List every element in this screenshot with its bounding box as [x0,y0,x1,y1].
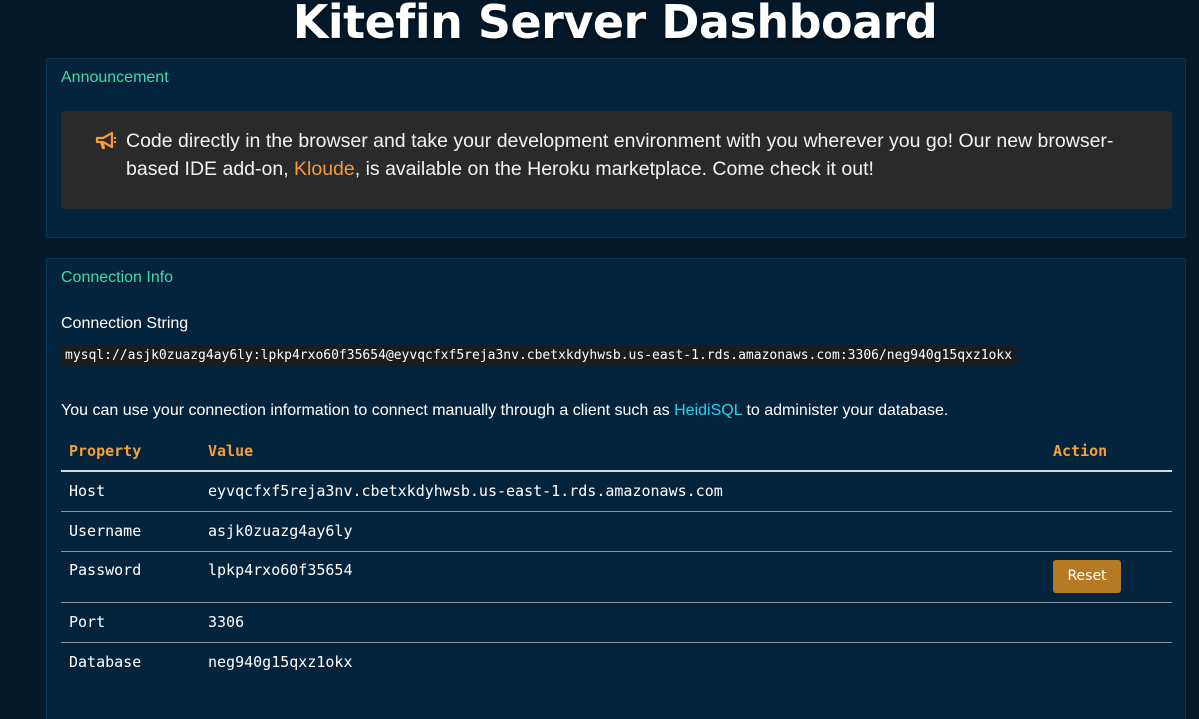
page-title: Kitefin Server Dashboard [292,0,938,49]
connection-info-card: Connection Info Connection String mysql:… [46,258,1186,719]
connection-info-header: Connection Info [61,269,174,286]
megaphone-icon [95,131,117,151]
announcement-text: Code directly in the browser and take yo… [126,127,1136,183]
connection-string-label: Connection String [61,315,189,332]
connection-help-text: You can use your connection information … [61,402,948,420]
announcement-box: Code directly in the browser and take yo… [61,111,1172,209]
property-cell: Username [61,511,200,552]
property-cell: Host [61,471,200,512]
action-cell [1045,642,1172,682]
announcement-header: Announcement [61,69,169,86]
connection-string-value[interactable]: mysql://asjk0zuazg4ay6ly:lpkp4rxo60f3565… [61,345,1017,366]
table-row: Username asjk0zuazg4ay6ly [61,511,1172,552]
heidisql-link[interactable]: HeidiSQL [674,402,742,419]
connection-help-after: to administer your database. [742,402,949,419]
value-cell[interactable]: neg940g15qxz1okx [200,642,1045,682]
value-cell[interactable]: eyvqcfxf5reja3nv.cbetxkdyhwsb.us-east-1.… [200,471,1045,512]
value-cell[interactable]: asjk0zuazg4ay6ly [200,511,1045,552]
property-cell: Port [61,602,200,643]
table-header-row: Property Value Action [61,431,1172,472]
column-header-action: Action [1045,431,1172,472]
connection-help-before: You can use your connection information … [61,402,675,419]
announcement-text-after: , is available on the Heroku marketplace… [354,158,874,180]
action-cell [1045,471,1172,512]
value-cell[interactable]: lpkp4rxo60f35654 [200,551,1045,603]
property-cell: Password [61,551,200,603]
table-row: Port 3306 [61,602,1172,643]
value-cell[interactable]: 3306 [200,602,1045,643]
kloude-link[interactable]: Kloude [294,158,355,180]
table-row: Database neg940g15qxz1okx [61,642,1172,682]
property-cell: Database [69,653,142,672]
table-row: Host eyvqcfxf5reja3nv.cbetxkdyhwsb.us-ea… [61,471,1172,512]
table-row: Password lpkp4rxo60f35654 Reset [61,551,1172,603]
column-header-property: Property [61,431,200,472]
connection-properties-table: Property Value Action Host eyvqcfxf5reja… [61,431,1172,682]
column-header-value: Value [200,431,1045,472]
action-cell [1045,511,1172,552]
action-cell [1045,602,1172,643]
announcement-card: Announcement Code directly in the browse… [46,58,1186,238]
reset-password-button[interactable]: Reset [1053,559,1121,593]
action-cell: Reset [1045,551,1172,603]
